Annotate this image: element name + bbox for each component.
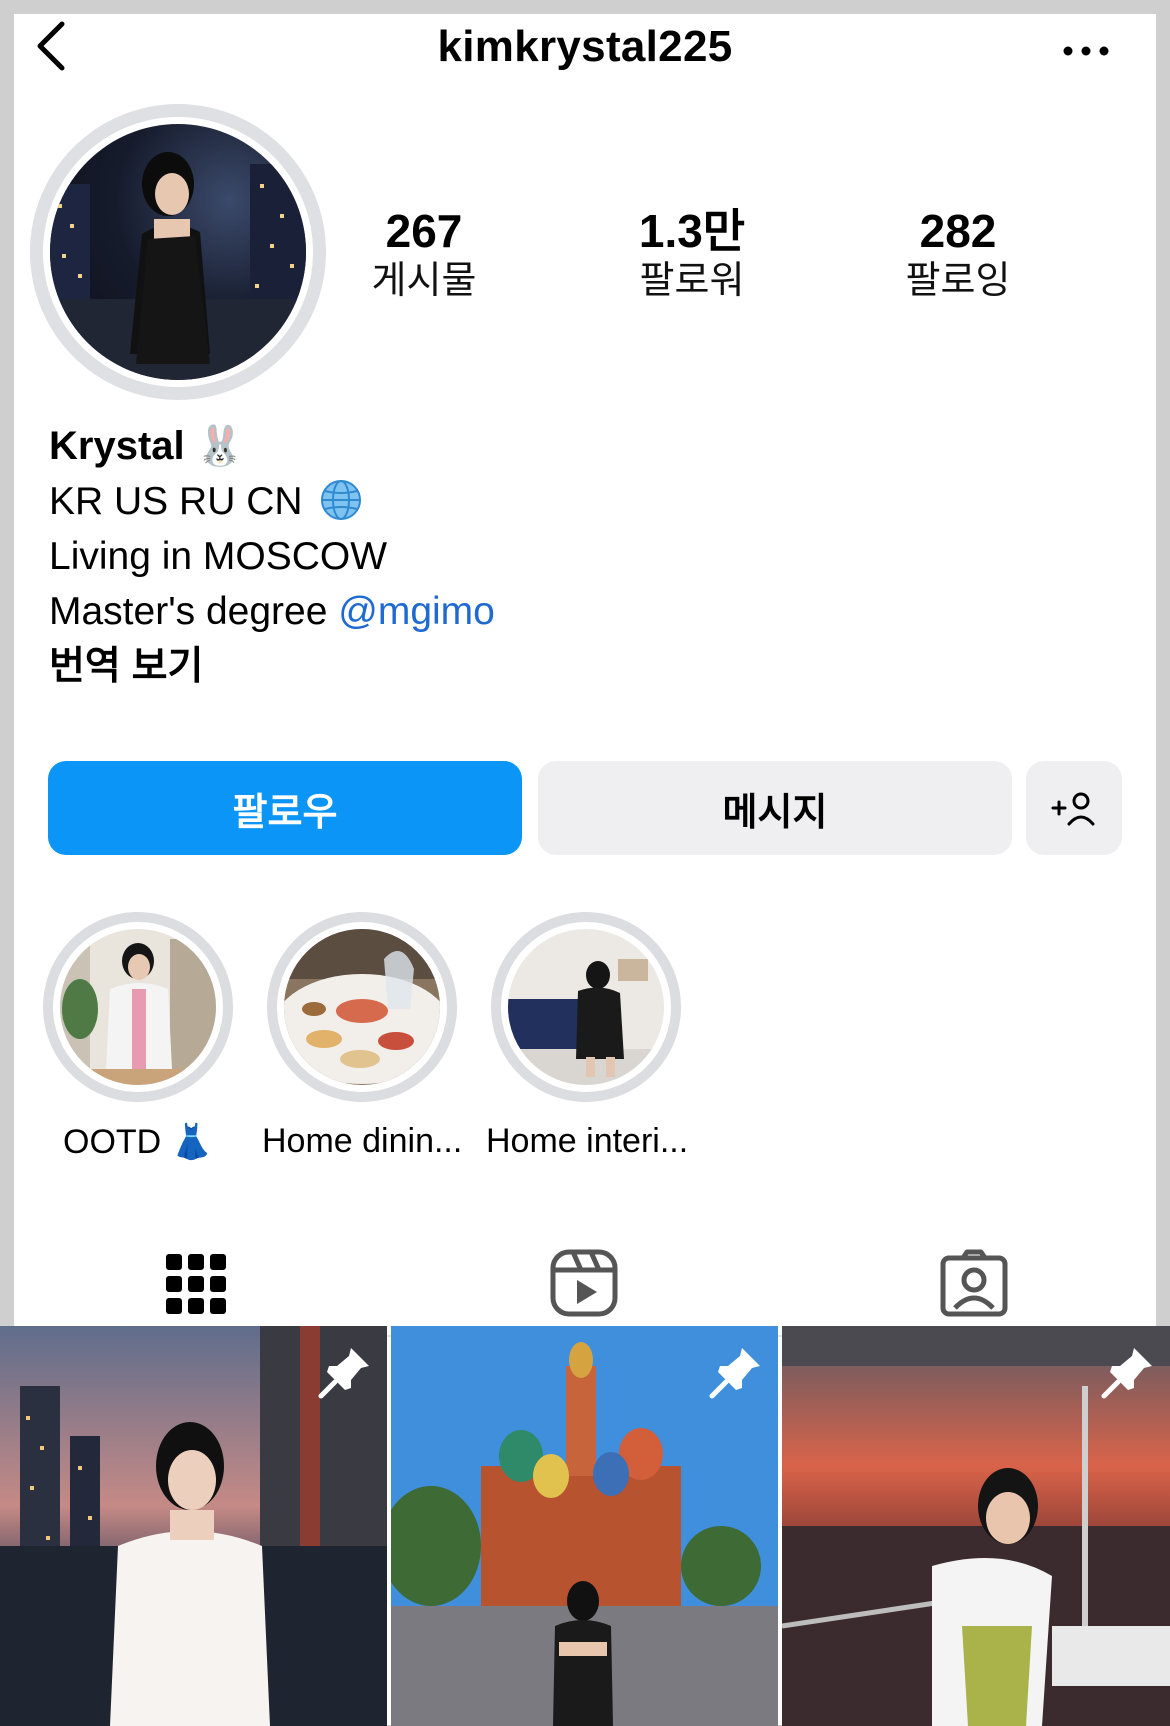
highlight-home-interior-image (508, 929, 664, 1085)
followers-label: 팔로워 (639, 260, 745, 302)
highlight-home-dining[interactable]: Home dinin... (262, 912, 462, 1161)
pin-icon (709, 1348, 760, 1399)
highlight-label: Home dinin... (262, 1122, 463, 1160)
profile-avatar (50, 124, 306, 380)
more-options-button[interactable] (1056, 36, 1116, 66)
tab-tagged[interactable] (924, 1234, 1024, 1334)
bio-line-languages: KR US RU CN (49, 474, 495, 529)
posts-label: 게시물 (371, 260, 477, 302)
highlight-home-interior[interactable]: Home interi... (486, 912, 689, 1161)
highlight-label: Home interi... (486, 1122, 689, 1160)
following-label: 팔로잉 (905, 260, 1011, 302)
display-name: Krystal (49, 424, 185, 468)
add-person-icon (1051, 792, 1095, 826)
tab-posts-grid[interactable] (146, 1234, 246, 1334)
tab-reels[interactable] (534, 1234, 634, 1334)
follow-button[interactable]: 팔로우 (48, 761, 522, 855)
pin-icon (1101, 1348, 1152, 1399)
highlight-ootd-image (60, 929, 216, 1085)
more-horizontal-icon (1063, 46, 1109, 56)
grid-post-3[interactable] (782, 1326, 1170, 1726)
bio-line-location: Living in MOSCOW (49, 535, 388, 578)
reels-icon (550, 1249, 618, 1317)
following-count: 282 (919, 205, 997, 257)
profile-avatar-ring[interactable] (30, 104, 326, 400)
message-button[interactable]: 메시지 (538, 761, 1012, 855)
highlight-label: OOTD 👗 (63, 1123, 213, 1161)
profile-username: kimkrystal225 (437, 22, 733, 71)
profile-bio: Krystal 🐰 KR US RU CN Living in MOSCOW M… (49, 419, 495, 694)
see-translation-link[interactable]: 번역 보기 (49, 639, 495, 694)
globe-icon (321, 480, 362, 520)
highlight-ootd[interactable]: OOTD 👗 (38, 912, 238, 1162)
pin-icon (318, 1348, 369, 1399)
posts-count: 267 (385, 205, 463, 257)
tagged-icon (940, 1249, 1008, 1317)
bio-name-line: Krystal 🐰 (49, 419, 495, 474)
highlight-home-dining-image (284, 929, 440, 1085)
stat-following[interactable]: 282 팔로잉 (858, 204, 1058, 304)
bio-line-education: Master's degree @mgimo (49, 590, 495, 633)
mention-link[interactable]: @mgimo (338, 590, 495, 633)
stat-posts[interactable]: 267 게시물 (324, 204, 524, 304)
stat-followers[interactable]: 1.3만 팔로워 (592, 204, 792, 304)
grid-icon (166, 1254, 226, 1314)
grid-post-2[interactable] (391, 1326, 778, 1726)
suggest-users-button[interactable] (1026, 761, 1122, 855)
grid-post-1[interactable] (0, 1326, 387, 1726)
followers-count: 1.3만 (638, 205, 746, 257)
rabbit-emoji: 🐰 (195, 425, 245, 468)
